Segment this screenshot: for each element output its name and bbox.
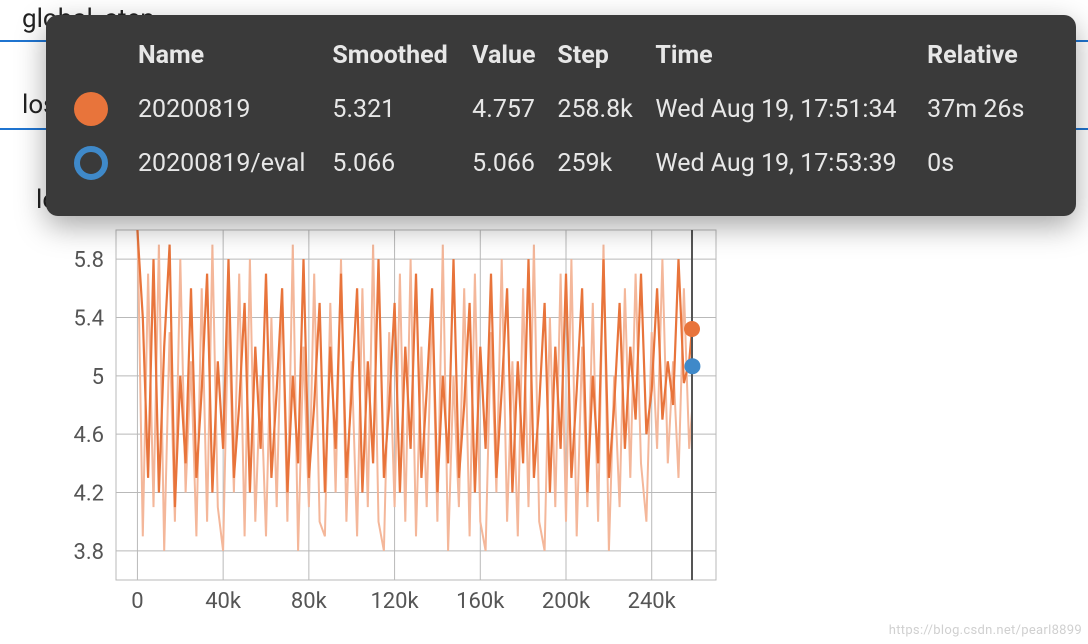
watermark: https://blog.csdn.net/pearl8899 [889,623,1082,638]
cell-time: Wed Aug 19, 17:53:39 [655,136,927,190]
cell-relative: 37m 26s [927,82,1048,136]
cell-step: 258.8k [557,82,655,136]
cell-value: 4.757 [472,82,557,136]
tooltip-row: 20200819 5.321 4.757 258.8k Wed Aug 19, … [74,82,1048,136]
run-swatch-icon [74,146,108,180]
hover-tooltip: Name Smoothed Value Step Time Relative 2… [46,15,1076,216]
loss-chart[interactable]: 0 40k 80k 120k 160k 200k 240k 3.8 4.2 4.6 5 5.4 5.8 [36,222,736,622]
svg-text:80k: 80k [291,589,328,614]
run-swatch-icon [74,92,108,126]
col-name: Name [138,35,332,82]
col-step: Step [557,35,655,82]
cell-smoothed: 5.321 [332,82,472,136]
svg-text:40k: 40k [205,589,242,614]
svg-text:120k: 120k [370,589,419,614]
svg-text:4.6: 4.6 [73,423,104,448]
svg-text:160k: 160k [456,589,505,614]
col-smoothed: Smoothed [332,35,472,82]
svg-text:240k: 240k [628,589,677,614]
cell-name: 20200819/eval [138,136,332,190]
svg-text:5.8: 5.8 [73,248,104,273]
tooltip-table: Name Smoothed Value Step Time Relative 2… [74,35,1048,190]
cell-relative: 0s [927,136,1048,190]
svg-text:3.8: 3.8 [73,540,104,565]
cell-value: 5.066 [472,136,557,190]
col-value: Value [472,35,557,82]
col-relative: Relative [927,35,1048,82]
svg-text:0: 0 [131,589,143,614]
svg-text:200k: 200k [542,589,591,614]
svg-text:5.4: 5.4 [73,307,104,332]
cell-time: Wed Aug 19, 17:51:34 [655,82,927,136]
svg-text:5: 5 [92,365,104,390]
tooltip-row: 20200819/eval 5.066 5.066 259k Wed Aug 1… [74,136,1048,190]
cell-step: 259k [557,136,655,190]
svg-text:4.2: 4.2 [73,482,104,507]
cell-smoothed: 5.066 [332,136,472,190]
cell-name: 20200819 [138,82,332,136]
col-time: Time [655,35,927,82]
